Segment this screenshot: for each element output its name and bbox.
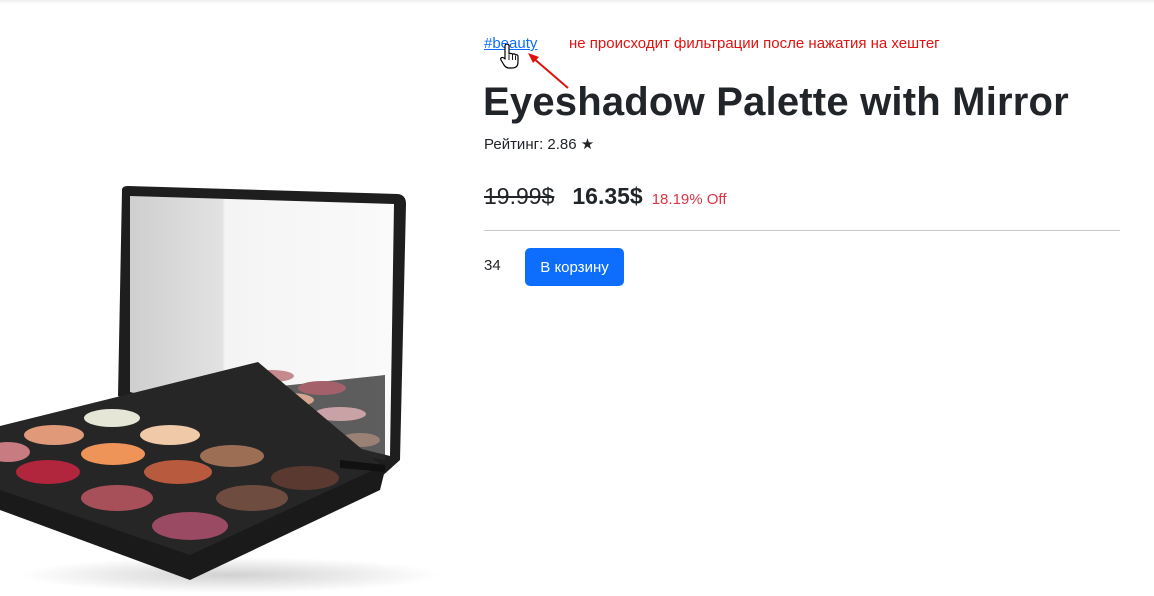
add-to-cart-button[interactable]: В корзину <box>525 248 624 286</box>
product-rating: Рейтинг: 2.86 ★ <box>484 136 595 153</box>
price-row: 19.99$ 16.35$ 18.19% Off <box>484 183 727 210</box>
bug-annotation-text: не происходит фильтрации после нажатия н… <box>569 35 940 52</box>
discount-badge: 18.19% Off <box>651 191 727 208</box>
top-bar-shadow <box>0 0 1154 4</box>
product-title: Eyeshadow Palette with Mirror <box>483 80 1069 124</box>
old-price: 19.99$ <box>484 183 555 209</box>
hand-pointer-cursor-icon <box>500 44 519 69</box>
product-image <box>0 160 440 596</box>
eyeshadow-palette-illustration <box>0 186 440 593</box>
current-price: 16.35$ <box>572 183 643 209</box>
divider <box>484 230 1120 231</box>
product-page: #beauty не происходит фильтрации после н… <box>0 0 1154 596</box>
stock-quantity: 34 <box>484 257 501 274</box>
